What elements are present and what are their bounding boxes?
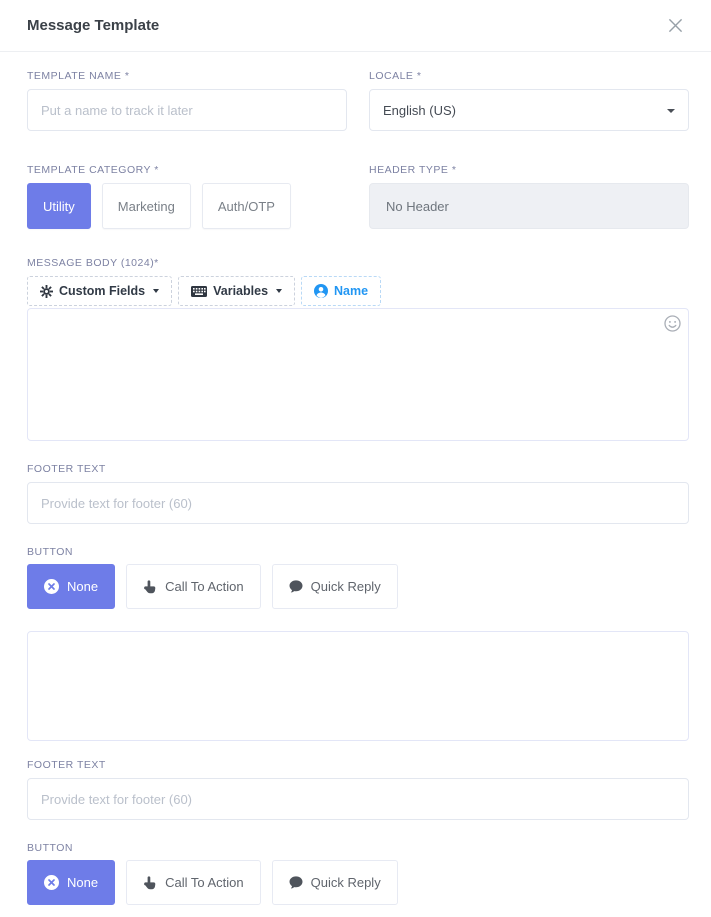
- comment-icon: [289, 876, 303, 889]
- button-quick-reply-1[interactable]: Quick Reply: [272, 564, 398, 609]
- button-quick-reply-2[interactable]: Quick Reply: [272, 860, 398, 905]
- header-type-value: No Header: [386, 199, 449, 214]
- variables-label: Variables: [213, 284, 268, 298]
- button-quick-reply-label: Quick Reply: [311, 875, 381, 890]
- locale-label: LOCALE *: [369, 70, 689, 82]
- gear-icon: [40, 285, 53, 298]
- close-button[interactable]: [664, 14, 687, 37]
- caret-down-icon: [276, 289, 282, 293]
- message-template-modal: Message Template TEMPLATE NAME * LOCALE …: [0, 0, 711, 917]
- name-variable-label: Name: [334, 284, 368, 298]
- close-icon: [668, 18, 683, 33]
- button-none-1[interactable]: None: [27, 564, 115, 609]
- custom-fields-label: Custom Fields: [59, 284, 145, 298]
- button-type-group-2: None Call To Action Quick Reply: [27, 860, 689, 905]
- modal-title: Message Template: [27, 17, 159, 34]
- button-none-label: None: [67, 579, 98, 594]
- hand-pointer-icon: [143, 580, 157, 594]
- footer-text-2-label: FOOTER TEXT: [27, 759, 689, 771]
- button-call-to-action-2[interactable]: Call To Action: [126, 860, 261, 905]
- hand-pointer-icon: [143, 876, 157, 890]
- footer-text-1-group: FOOTER TEXT: [27, 463, 689, 524]
- button-call-to-action-label: Call To Action: [165, 875, 244, 890]
- button-none-2[interactable]: None: [27, 860, 115, 905]
- category-auth-otp-button[interactable]: Auth/OTP: [202, 183, 291, 229]
- smiley-icon: [664, 315, 681, 332]
- message-body-section: MESSAGE BODY (1024)* Custom Fields Varia…: [27, 257, 689, 441]
- button-1-label: BUTTON: [27, 546, 689, 558]
- header-type-label: HEADER TYPE *: [369, 164, 689, 176]
- template-name-input[interactable]: [27, 89, 347, 131]
- times-circle-icon: [44, 875, 59, 890]
- message-body-editor-wrap: [27, 308, 689, 441]
- caret-down-icon: [153, 289, 159, 293]
- message-body-2-wrap: [27, 631, 689, 741]
- button-section-1: BUTTON None Call To Action: [27, 546, 689, 609]
- footer-text-2-input[interactable]: [27, 778, 689, 820]
- category-marketing-button[interactable]: Marketing: [102, 183, 191, 229]
- modal-body: TEMPLATE NAME * LOCALE * English (US) TE…: [0, 52, 711, 917]
- button-quick-reply-label: Quick Reply: [311, 579, 381, 594]
- category-button-group: Utility Marketing Auth/OTP: [27, 183, 347, 229]
- times-circle-icon: [44, 579, 59, 594]
- button-call-to-action-1[interactable]: Call To Action: [126, 564, 261, 609]
- template-name-field-group: TEMPLATE NAME *: [27, 70, 347, 131]
- button-none-label: None: [67, 875, 98, 890]
- name-locale-row: TEMPLATE NAME * LOCALE * English (US): [27, 70, 689, 131]
- template-category-group: TEMPLATE CATEGORY * Utility Marketing Au…: [27, 164, 347, 229]
- name-variable-button[interactable]: Name: [301, 276, 381, 306]
- button-call-to-action-label: Call To Action: [165, 579, 244, 594]
- comment-icon: [289, 580, 303, 593]
- header-type-select[interactable]: No Header: [369, 183, 689, 229]
- variables-dropdown-button[interactable]: Variables: [178, 276, 295, 306]
- modal-header: Message Template: [0, 0, 711, 52]
- template-name-label: TEMPLATE NAME *: [27, 70, 347, 82]
- custom-fields-dropdown-button[interactable]: Custom Fields: [27, 276, 172, 306]
- locale-selected-value: English (US): [383, 103, 456, 118]
- caret-down-icon: [667, 109, 675, 113]
- template-category-label: TEMPLATE CATEGORY *: [27, 164, 347, 176]
- message-body-toolbar: Custom Fields Variables Name: [27, 276, 689, 306]
- keyboard-icon: [191, 286, 207, 297]
- category-header-row: TEMPLATE CATEGORY * Utility Marketing Au…: [27, 164, 689, 229]
- category-utility-button[interactable]: Utility: [27, 183, 91, 229]
- button-section-2: BUTTON None Call To Action: [27, 842, 689, 905]
- header-type-group: HEADER TYPE * No Header: [369, 164, 689, 229]
- user-circle-icon: [314, 284, 328, 298]
- message-body-label: MESSAGE BODY (1024)*: [27, 257, 689, 269]
- message-body-2-textarea[interactable]: [27, 631, 689, 741]
- footer-text-1-input[interactable]: [27, 482, 689, 524]
- locale-select[interactable]: English (US): [369, 89, 689, 131]
- button-2-label: BUTTON: [27, 842, 689, 854]
- message-body-textarea[interactable]: [27, 308, 689, 441]
- locale-field-group: LOCALE * English (US): [369, 70, 689, 131]
- footer-text-1-label: FOOTER TEXT: [27, 463, 689, 475]
- button-type-group-1: None Call To Action Quick Reply: [27, 564, 689, 609]
- footer-text-2-group: FOOTER TEXT: [27, 759, 689, 820]
- emoji-picker-button[interactable]: [664, 315, 681, 332]
